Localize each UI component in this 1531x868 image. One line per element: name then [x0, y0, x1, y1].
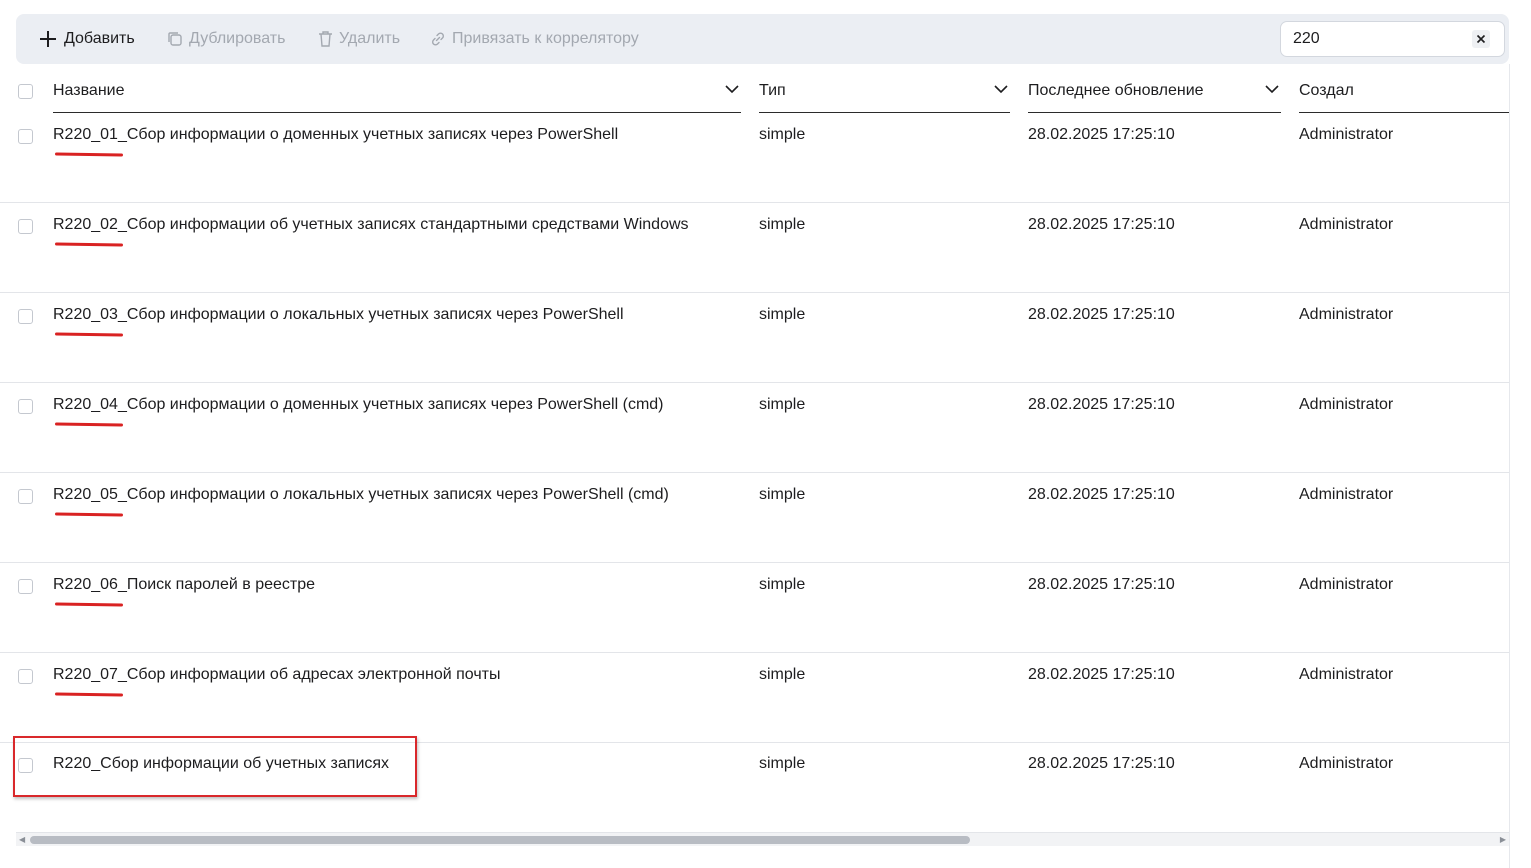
annotation-underline	[54, 422, 124, 427]
table-row[interactable]: R220_06_Поиск паролей в реестре simple 2…	[0, 563, 1509, 653]
link-icon	[431, 32, 445, 46]
table-row[interactable]: R220_03_Сбор информации о локальных учет…	[0, 293, 1509, 383]
duplicate-button-label: Дублировать	[189, 30, 286, 47]
row-name[interactable]: R220_03_Сбор информации о локальных учет…	[53, 306, 624, 324]
row-updated: 28.02.2025 17:25:10	[1028, 126, 1175, 143]
duplicate-button[interactable]: Дублировать	[167, 14, 285, 64]
search-field	[1280, 21, 1505, 57]
table-row[interactable]: R220_05_Сбор информации о локальных учет…	[0, 473, 1509, 563]
column-header-author[interactable]: Создал	[1299, 70, 1509, 113]
column-header-updated-label: Последнее обновление	[1028, 82, 1204, 99]
clear-search-button[interactable]	[1472, 30, 1490, 48]
add-button[interactable]: Добавить	[38, 14, 135, 64]
row-author: Administrator	[1299, 486, 1394, 503]
trash-icon	[319, 31, 332, 47]
add-button-label: Добавить	[64, 30, 135, 47]
row-updated: 28.02.2025 17:25:10	[1028, 306, 1175, 323]
annotation-underline	[54, 692, 124, 697]
table-row[interactable]: R220_02_Сбор информации об учетных запис…	[0, 203, 1509, 293]
row-checkbox[interactable]	[18, 489, 33, 504]
column-header-type[interactable]: Тип	[759, 70, 1010, 113]
select-all-checkbox[interactable]	[18, 84, 33, 99]
row-name[interactable]: R220_06_Поиск паролей в реестре	[53, 576, 315, 594]
row-author: Administrator	[1299, 396, 1394, 413]
delete-button[interactable]: Удалить	[318, 14, 400, 64]
row-name[interactable]: R220_04_Сбор информации о доменных учетн…	[53, 396, 664, 414]
row-author: Administrator	[1299, 666, 1394, 683]
row-checkbox[interactable]	[18, 219, 33, 234]
row-updated: 28.02.2025 17:25:10	[1028, 666, 1175, 683]
table-row[interactable]: R220_01_Сбор информации о доменных учетн…	[0, 113, 1509, 203]
row-author: Administrator	[1299, 576, 1394, 593]
chevron-down-icon	[725, 85, 739, 94]
chevron-down-icon	[1265, 85, 1279, 94]
row-name[interactable]: R220_07_Сбор информации об адресах элект…	[53, 666, 500, 684]
annotation-underline	[54, 152, 124, 157]
annotation-underline	[54, 242, 124, 247]
row-type: simple	[759, 486, 806, 503]
row-name[interactable]: R220_01_Сбор информации о доменных учетн…	[53, 126, 618, 144]
horizontal-scrollbar[interactable]: ◀ ▶	[16, 832, 1509, 846]
row-checkbox[interactable]	[18, 579, 33, 594]
table-row[interactable]: R220_07_Сбор информации об адресах элект…	[0, 653, 1509, 743]
row-type: simple	[759, 126, 806, 143]
row-updated: 28.02.2025 17:25:10	[1028, 486, 1175, 503]
row-author: Administrator	[1299, 306, 1394, 323]
annotation-underline	[54, 332, 124, 337]
row-updated: 28.02.2025 17:25:10	[1028, 396, 1175, 413]
scroll-left-icon[interactable]: ◀	[19, 835, 25, 844]
table-row[interactable]: R220_04_Сбор информации о доменных учетн…	[0, 383, 1509, 473]
annotation-underline	[54, 602, 124, 607]
column-header-type-label: Тип	[759, 82, 786, 99]
row-type: simple	[759, 576, 806, 593]
delete-button-label: Удалить	[339, 30, 401, 47]
row-type: simple	[759, 666, 806, 683]
row-type: simple	[759, 755, 806, 772]
column-header-updated[interactable]: Последнее обновление	[1028, 70, 1281, 113]
search-input[interactable]	[1293, 22, 1463, 56]
column-header-name[interactable]: Название	[53, 70, 741, 113]
copy-icon	[168, 32, 182, 46]
row-type: simple	[759, 396, 806, 413]
column-header-name-label: Название	[53, 82, 125, 99]
row-name[interactable]: R220_05_Сбор информации о локальных учет…	[53, 486, 669, 504]
bind-correlator-button-label: Привязать к коррелятору	[452, 30, 639, 47]
row-type: simple	[759, 306, 806, 323]
row-checkbox[interactable]	[18, 309, 33, 324]
scroll-right-icon[interactable]: ▶	[1500, 835, 1506, 844]
chevron-down-icon	[994, 85, 1008, 94]
row-updated: 28.02.2025 17:25:10	[1028, 576, 1175, 593]
horizontal-scrollbar-thumb[interactable]	[30, 836, 970, 844]
close-icon	[1476, 34, 1486, 44]
row-updated: 28.02.2025 17:25:10	[1028, 755, 1175, 772]
annotation-underline	[54, 512, 124, 517]
column-header-author-label: Создал	[1299, 82, 1354, 99]
row-author: Administrator	[1299, 755, 1394, 772]
annotation-highlight-box	[13, 736, 417, 797]
row-checkbox[interactable]	[18, 399, 33, 414]
row-name[interactable]: R220_02_Сбор информации об учетных запис…	[53, 216, 689, 234]
plus-icon	[40, 31, 56, 47]
row-checkbox[interactable]	[18, 129, 33, 144]
row-author: Administrator	[1299, 126, 1394, 143]
vertical-scrollbar-track[interactable]	[1509, 64, 1531, 868]
row-author: Administrator	[1299, 216, 1394, 233]
bind-correlator-button[interactable]: Привязать к коррелятору	[430, 14, 639, 64]
row-checkbox[interactable]	[18, 669, 33, 684]
row-type: simple	[759, 216, 806, 233]
row-updated: 28.02.2025 17:25:10	[1028, 216, 1175, 233]
